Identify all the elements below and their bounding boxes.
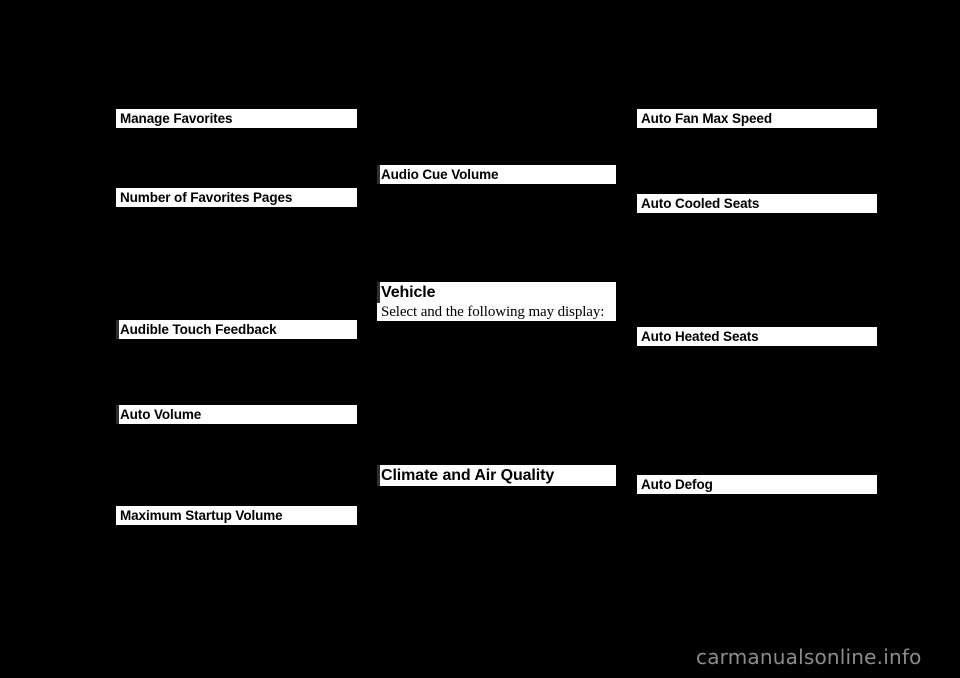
heading-left-2: Audible Touch Feedback [116,320,357,339]
site-watermark: carmanualsonline.info [696,645,922,669]
clipped-glyph-artifact [116,320,119,339]
clipped-glyph-artifact [116,405,119,424]
heading-left-label: Maximum Startup Volume [120,508,283,523]
heading-right-2: Auto Heated Seats [637,327,877,346]
heading-left-3: Auto Volume [116,405,357,424]
heading-middle-label: Audio Cue Volume [381,167,499,182]
heading-left-4: Maximum Startup Volume [116,506,357,525]
heading-right-label: Auto Fan Max Speed [641,111,772,126]
heading-left-0: Manage Favorites [116,109,357,128]
clipped-glyph-artifact [377,165,380,184]
heading-left-label: Manage Favorites [120,111,233,126]
heading-right-3: Auto Defog [637,475,877,494]
manual-page: carmanualsonline.info Manage Favorites Nu… [0,0,960,678]
heading-middle-0: Audio Cue Volume [377,165,616,184]
clipped-glyph-artifact [377,465,380,486]
heading-left-label: Number of Favorites Pages [120,190,293,205]
heading-middle-label: Vehicle [381,284,436,301]
heading-left-1: Number of Favorites Pages [116,188,357,207]
heading-middle-2: Climate and Air Quality [377,465,616,486]
heading-right-0: Auto Fan Max Speed [637,109,877,128]
heading-middle-1: Vehicle [377,282,616,303]
heading-right-label: Auto Defog [641,477,713,492]
body-line-middle-0: Select and the following may display: [377,303,616,321]
body-line-middle-label: Select and the following may display: [381,304,605,320]
heading-middle-label: Climate and Air Quality [381,467,555,484]
heading-left-label: Audible Touch Feedback [120,322,277,337]
clipped-glyph-artifact [377,282,380,303]
heading-right-label: Auto Cooled Seats [641,196,760,211]
heading-left-label: Auto Volume [120,407,202,422]
heading-right-1: Auto Cooled Seats [637,194,877,213]
heading-right-label: Auto Heated Seats [641,329,759,344]
